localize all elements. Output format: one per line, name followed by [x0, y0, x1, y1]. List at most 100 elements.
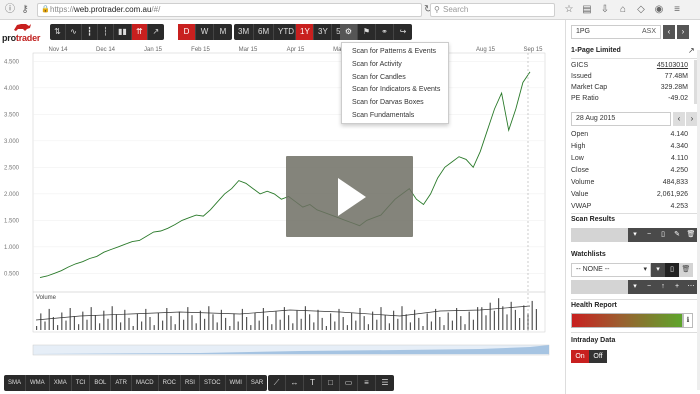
next-ticker-button[interactable]: ›: [677, 25, 689, 39]
protrader-logo[interactable]: protrader: [2, 22, 44, 44]
menu-item-scan-fundamentals[interactable]: Scan Fundamentals: [342, 110, 448, 123]
line-tool-icon[interactable]: ⟋: [268, 375, 286, 391]
dropdown-icon[interactable]: ▾: [628, 228, 642, 242]
video-play-button[interactable]: [286, 156, 413, 237]
watchlist-select[interactable]: -- NONE -- ▾: [571, 263, 651, 277]
watchlist-doc-icon[interactable]: ▯: [665, 263, 679, 277]
prev-date-button[interactable]: ‹: [673, 112, 685, 126]
indicator-tci[interactable]: TCI: [72, 375, 91, 391]
volume-bar: [111, 306, 113, 330]
fib-tool-icon[interactable]: ≡: [358, 375, 376, 391]
scan-results-bar[interactable]: ▾ − ▯ ✎ 🗑: [571, 228, 698, 242]
menu-item-scan-darvas[interactable]: Scan for Darvas Boxes: [342, 97, 448, 110]
indicator-xma[interactable]: XMA: [50, 375, 72, 391]
range-3m[interactable]: 3M: [234, 24, 254, 40]
external-link-icon[interactable]: ↗: [688, 46, 695, 55]
volume-bar: [149, 317, 151, 330]
minus-icon[interactable]: −: [642, 228, 656, 242]
range-ytd[interactable]: YTD: [274, 24, 296, 40]
indicator-wmi[interactable]: WMI: [226, 375, 247, 391]
range-group: 3M 6M YTD 1Y 3Y 5Y: [234, 24, 350, 40]
volume-bar: [191, 315, 193, 330]
health-report-bar[interactable]: [571, 313, 683, 328]
ticker-input[interactable]: 1PG ASX: [571, 25, 661, 39]
doc-icon[interactable]: ▯: [656, 228, 670, 242]
indicator-sar[interactable]: SAR: [247, 375, 267, 391]
more-icon[interactable]: ⋯: [684, 280, 698, 294]
key-icon[interactable]: ⚷: [18, 3, 32, 17]
intraday-off-toggle[interactable]: Off: [589, 350, 607, 363]
prev-ticker-button[interactable]: ‹: [663, 25, 675, 39]
menu-icon[interactable]: ≡: [670, 3, 684, 17]
menu-item-scan-activity[interactable]: Scan for Activity: [342, 59, 448, 72]
volume-bar: [510, 301, 512, 330]
volume-bar: [82, 311, 84, 330]
volume-bar: [330, 313, 332, 330]
chart-type-hollow[interactable]: ┆: [98, 24, 114, 40]
scan-gear-icon[interactable]: ⚙: [340, 24, 358, 40]
volume-bar: [52, 317, 54, 330]
star-icon[interactable]: ☆: [562, 3, 576, 17]
box-tool-icon[interactable]: ▭: [340, 375, 358, 391]
share-icon[interactable]: ↪: [394, 24, 412, 40]
volume-bar: [288, 315, 290, 330]
indicator-bol[interactable]: BOL: [90, 375, 112, 391]
watchlist-trash-icon[interactable]: 🗑: [679, 263, 693, 277]
menu-item-scan-patterns[interactable]: Scan for Patterns & Events: [342, 46, 448, 59]
chart-type-area[interactable]: ⇈: [131, 24, 148, 40]
range-3y[interactable]: 3Y: [314, 24, 332, 40]
watchlist-menu-icon[interactable]: ▾: [651, 263, 665, 277]
volume-bar: [132, 326, 134, 330]
menu-item-scan-candles[interactable]: Scan for Candles: [342, 72, 448, 85]
watchlist-items-bar[interactable]: ▾ − ↑ + ⋯: [571, 280, 698, 294]
up-icon[interactable]: ↑: [656, 280, 670, 294]
volume-bar: [107, 318, 109, 330]
indicator-atr[interactable]: ATR: [111, 375, 132, 391]
intraday-on-toggle[interactable]: On: [571, 350, 589, 363]
volume-bar: [321, 317, 323, 330]
url-bar[interactable]: 🔒 https://web.protrader.com.au/#/: [37, 3, 422, 17]
date-field[interactable]: 28 Aug 2015: [571, 112, 671, 126]
range-6m[interactable]: 6M: [254, 24, 274, 40]
minus-icon[interactable]: −: [642, 280, 656, 294]
volume-bar: [61, 312, 63, 330]
chart-type-trend[interactable]: ↗: [148, 24, 164, 40]
chart-type-ohlc[interactable]: ⇅: [50, 24, 66, 40]
chart-type-candle[interactable]: ┇: [82, 24, 98, 40]
list-tool-icon[interactable]: ☰: [376, 375, 394, 391]
text-tool-icon[interactable]: T: [304, 375, 322, 391]
volume-bar: [409, 322, 411, 330]
pocket-icon[interactable]: ◇: [634, 3, 648, 17]
dropdown-icon[interactable]: ▾: [628, 280, 642, 294]
info-row-pe: PE Ratio -49.02: [571, 95, 688, 102]
indicator-wma[interactable]: WMA: [26, 375, 50, 391]
indicator-roc[interactable]: ROC: [159, 375, 181, 391]
horizontal-tool-icon[interactable]: ↔: [286, 375, 304, 391]
price-chart[interactable]: 4.500 4.000 3.500 3.000 2.500 2.000 1.500 1.000…: [0, 44, 565, 374]
chart-type-bars[interactable]: ▮▮: [114, 24, 132, 40]
trash-icon[interactable]: 🗑: [684, 228, 698, 242]
indicator-stoc[interactable]: STOC: [200, 375, 226, 391]
indicator-macd[interactable]: MACD: [132, 375, 159, 391]
plus-icon[interactable]: +: [670, 280, 684, 294]
indicator-rsi[interactable]: RSI: [181, 375, 200, 391]
info-icon[interactable]: ⓘ: [3, 3, 17, 17]
home-icon[interactable]: ⌂: [616, 3, 630, 17]
edit-icon[interactable]: ✎: [670, 228, 684, 242]
interval-weekly[interactable]: W: [196, 24, 214, 40]
search-input[interactable]: ⚲ Search: [430, 3, 555, 17]
range-1y[interactable]: 1Y: [296, 24, 314, 40]
health-info-icon[interactable]: ℹ: [683, 313, 693, 328]
rect-tool-icon[interactable]: □: [322, 375, 340, 391]
clipboard-icon[interactable]: ▤: [580, 3, 594, 17]
chart-type-line[interactable]: ∿: [66, 24, 82, 40]
indicator-sma[interactable]: SMA: [4, 375, 27, 391]
menu-item-scan-indicators[interactable]: Scan for Indicators & Events: [342, 84, 448, 97]
interval-monthly[interactable]: M: [214, 24, 232, 40]
flag-icon[interactable]: ⚑: [358, 24, 376, 40]
chat-icon[interactable]: ◉: [652, 3, 666, 17]
settings-icon[interactable]: ⚭: [376, 24, 394, 40]
interval-daily[interactable]: D: [178, 24, 196, 40]
download-icon[interactable]: ⇩: [598, 3, 612, 17]
y-tick-label: 1.500: [4, 218, 20, 224]
